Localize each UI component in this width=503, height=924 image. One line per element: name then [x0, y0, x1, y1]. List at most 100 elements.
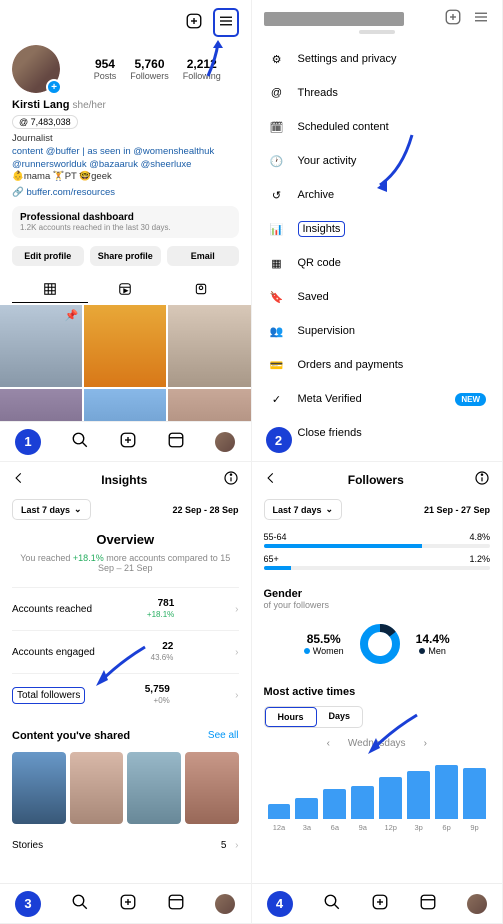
verified-icon: ✓: [268, 390, 286, 408]
menu-orders[interactable]: 💳Orders and payments: [252, 348, 503, 382]
followers-stat[interactable]: 5,760Followers: [130, 57, 169, 81]
date-range-selector[interactable]: Last 7 days⌄: [12, 499, 91, 520]
accounts-reached-row[interactable]: Accounts reached 781+18.1%›: [12, 587, 239, 630]
content-thumb[interactable]: [70, 752, 124, 824]
share-profile-button[interactable]: Share profile: [90, 246, 162, 266]
settings-menu: ⚙Settings and privacy @Threads 🗓Schedule…: [252, 0, 503, 462]
next-day-icon[interactable]: ›: [424, 738, 427, 749]
new-badge: NEW: [455, 393, 486, 406]
menu-favourites[interactable]: ☆Favourites: [252, 450, 503, 462]
bottom-nav: 4: [252, 883, 503, 923]
date-range-text: 22 Sep - 28 Sep: [172, 505, 238, 515]
sheet-handle[interactable]: [359, 30, 395, 34]
profile-nav-icon[interactable]: [467, 894, 487, 914]
followers-screen: Followers Last 7 days⌄ 21 Sep - 27 Sep 5…: [252, 462, 503, 924]
threads-badge[interactable]: @ 7,483,038: [12, 115, 78, 129]
qr-icon: ▦: [268, 254, 286, 272]
professional-dashboard[interactable]: Professional dashboard 1.2K accounts rea…: [12, 206, 239, 238]
posts-stat[interactable]: 954Posts: [94, 57, 117, 81]
reels-icon[interactable]: [419, 893, 437, 914]
page-title: Followers: [278, 473, 475, 487]
gender-subtitle: of your followers: [264, 600, 491, 610]
menu-qr[interactable]: ▦QR code: [252, 246, 503, 280]
bottom-nav: 3: [0, 883, 251, 923]
step-4-badge: 4: [267, 891, 293, 917]
menu-icon[interactable]: [472, 8, 490, 29]
content-shared-title: Content you've shared: [12, 730, 130, 742]
profile-nav-icon[interactable]: [215, 894, 235, 914]
hours-toggle[interactable]: Hours: [265, 707, 317, 727]
archive-icon: ↺: [268, 186, 286, 204]
info-icon[interactable]: [474, 470, 490, 489]
post-thumb[interactable]: [168, 305, 250, 387]
following-stat[interactable]: 2,212Following: [183, 57, 221, 81]
menu-verified[interactable]: ✓Meta VerifiedNEW: [252, 382, 503, 416]
add-post-icon[interactable]: [185, 12, 203, 33]
pronoun: she/her: [73, 100, 106, 111]
menu-supervision[interactable]: 👥Supervision: [252, 314, 503, 348]
search-icon[interactable]: [323, 893, 341, 914]
bio-link[interactable]: 🔗 buffer.com/resources: [12, 187, 239, 198]
hours-days-toggle[interactable]: Hours Days: [264, 706, 364, 728]
menu-activity[interactable]: 🕐Your activity: [252, 144, 503, 178]
create-icon[interactable]: [119, 431, 137, 452]
menu-scheduled[interactable]: 🗓Scheduled content: [252, 110, 503, 144]
reels-icon[interactable]: [167, 431, 185, 452]
clock-icon: 🕐: [268, 152, 286, 170]
tagged-tab[interactable]: [163, 276, 239, 303]
date-range-text: 21 Sep - 27 Sep: [424, 505, 490, 515]
info-icon[interactable]: [223, 470, 239, 489]
bottom-nav: 1: [0, 421, 251, 461]
reels-icon[interactable]: [167, 893, 185, 914]
page-title: Insights: [26, 473, 223, 487]
content-thumbs: [12, 752, 239, 824]
date-range-selector[interactable]: Last 7 days⌄: [264, 499, 343, 520]
gender-chart: 85.5%Women 14.4%Men: [264, 622, 491, 666]
step-1-badge: 1: [15, 429, 41, 455]
profile-screen: + 954Posts 5,760Followers 2,212Following…: [0, 0, 252, 462]
hour-labels: 12a3a6a9a12p3p6p9p: [264, 823, 491, 832]
overview-title: Overview: [12, 532, 239, 547]
edit-profile-button[interactable]: Edit profile: [12, 246, 84, 266]
profile-nav-icon[interactable]: [215, 432, 235, 452]
username-header: [264, 12, 404, 26]
threads-icon: @: [268, 84, 286, 102]
menu-archive[interactable]: ↺Archive: [252, 178, 503, 212]
search-icon[interactable]: [71, 431, 89, 452]
add-post-icon[interactable]: [444, 8, 462, 29]
accounts-engaged-row[interactable]: Accounts engaged 2243.6%›: [12, 630, 239, 673]
menu-insights[interactable]: 📊Insights: [252, 212, 503, 246]
day-label: Wednesdays: [348, 738, 406, 749]
menu-threads[interactable]: @Threads: [252, 76, 503, 110]
content-thumb[interactable]: [127, 752, 181, 824]
days-toggle[interactable]: Days: [317, 707, 363, 727]
menu-settings[interactable]: ⚙Settings and privacy: [252, 42, 503, 76]
search-icon[interactable]: [71, 893, 89, 914]
post-thumb[interactable]: 📌: [0, 305, 82, 387]
bio: Journalist content @buffer | as seen in …: [12, 133, 239, 184]
add-story-badge[interactable]: +: [46, 79, 62, 95]
back-icon[interactable]: [264, 471, 278, 488]
following-count: 2,212: [183, 57, 221, 71]
followers-count: 5,760: [130, 57, 169, 71]
back-icon[interactable]: [12, 471, 26, 488]
gender-title: Gender: [264, 588, 491, 600]
calendar-icon: 🗓: [268, 118, 286, 136]
create-icon[interactable]: [371, 893, 389, 914]
grid-tab[interactable]: [12, 276, 88, 303]
menu-saved[interactable]: 🔖Saved: [252, 280, 503, 314]
post-thumb[interactable]: [84, 305, 166, 387]
stories-row[interactable]: Stories5 ›: [12, 840, 239, 851]
active-times-title: Most active times: [264, 686, 491, 698]
hourly-chart: [264, 759, 491, 819]
total-followers-row[interactable]: Total followers 5,759+0%›: [12, 673, 239, 716]
prev-day-icon[interactable]: ‹: [327, 738, 330, 749]
menu-icon[interactable]: [213, 8, 239, 37]
create-icon[interactable]: [119, 893, 137, 914]
content-thumb[interactable]: [185, 752, 239, 824]
email-button[interactable]: Email: [167, 246, 239, 266]
see-all-link[interactable]: See all: [208, 730, 239, 742]
reels-tab[interactable]: [88, 276, 164, 303]
chart-icon: 📊: [268, 220, 286, 238]
content-thumb[interactable]: [12, 752, 66, 824]
